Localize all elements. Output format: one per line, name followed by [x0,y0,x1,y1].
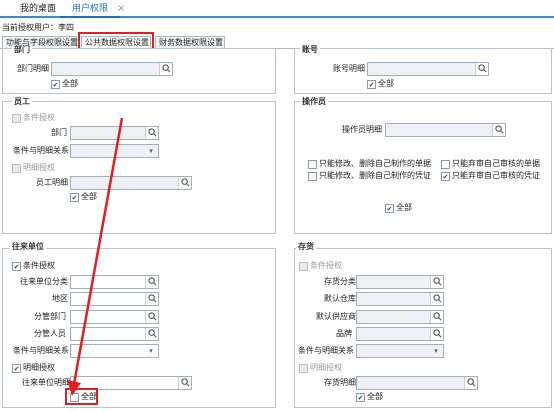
annotation-arrow [67,117,124,396]
